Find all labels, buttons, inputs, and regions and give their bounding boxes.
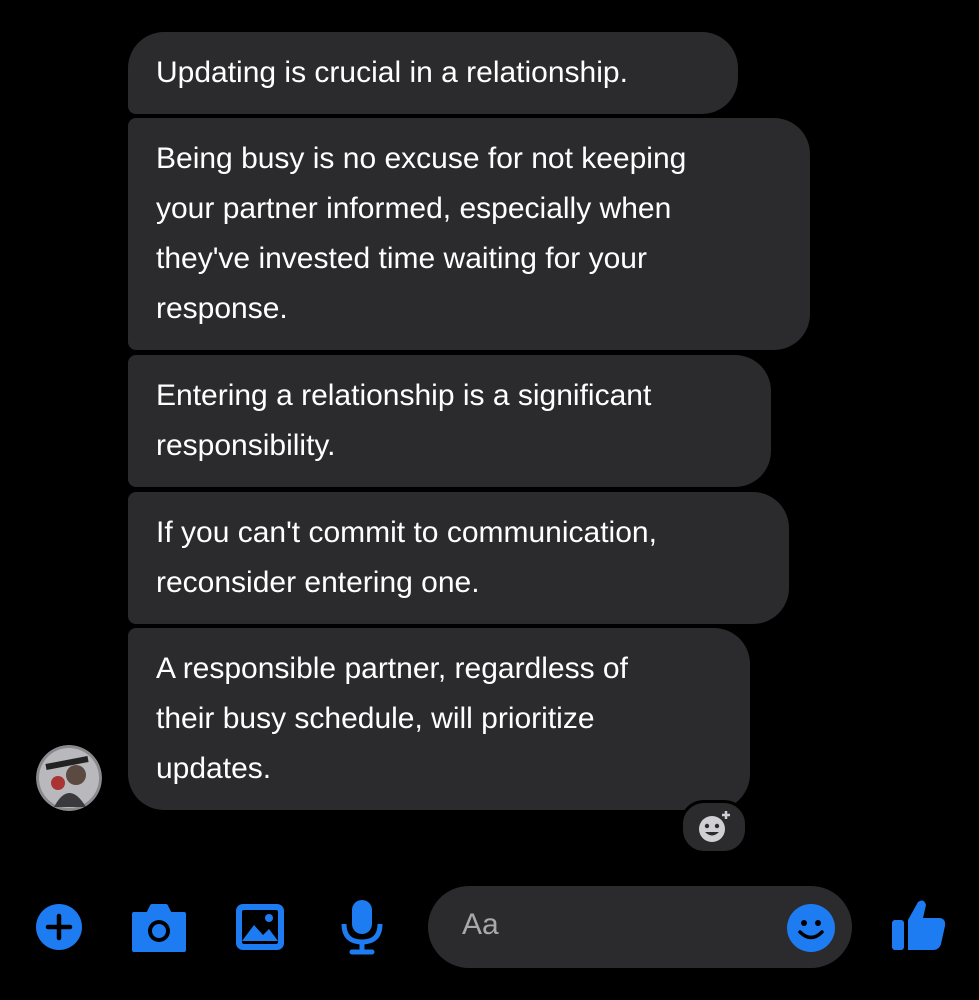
message-bubble[interactable]: Updating is crucial in a relationship.: [128, 32, 738, 114]
add-reaction-button[interactable]: [680, 800, 748, 854]
message-text: your partner informed, especially when: [156, 192, 672, 225]
message-text: responsibility.: [156, 429, 336, 462]
message-text: they've invested time waiting for your: [156, 242, 647, 275]
message-text: A responsible partner, regardless of: [156, 652, 628, 685]
message-text: If you can't commit to communication,: [156, 516, 657, 549]
message-text: their busy schedule, will prioritize: [156, 702, 595, 735]
message-bubble[interactable]: Entering a relationship is a significant…: [128, 355, 771, 487]
message-text: Entering a relationship is a significant: [156, 379, 652, 412]
message-bubble[interactable]: If you can't commit to communication, re…: [128, 492, 789, 624]
input-placeholder: Aa: [462, 908, 499, 941]
message-bubble[interactable]: A responsible partner, regardless of the…: [128, 628, 750, 810]
message-bubble[interactable]: Being busy is no excuse for not keeping …: [128, 118, 810, 350]
sender-avatar[interactable]: [36, 745, 102, 811]
message-text: response.: [156, 292, 288, 325]
camera-icon[interactable]: [130, 900, 188, 954]
message-text: Updating is crucial in a relationship.: [156, 56, 628, 89]
microphone-icon[interactable]: [338, 898, 386, 956]
plus-icon[interactable]: [34, 902, 84, 952]
add-reaction-icon: [699, 811, 730, 842]
thumbs-up-icon[interactable]: [890, 896, 948, 954]
message-text: reconsider entering one.: [156, 566, 480, 599]
message-text: updates.: [156, 752, 272, 785]
image-icon[interactable]: [233, 901, 287, 953]
emoji-icon[interactable]: [786, 903, 836, 953]
message-text: Being busy is no excuse for not keeping: [156, 142, 687, 175]
